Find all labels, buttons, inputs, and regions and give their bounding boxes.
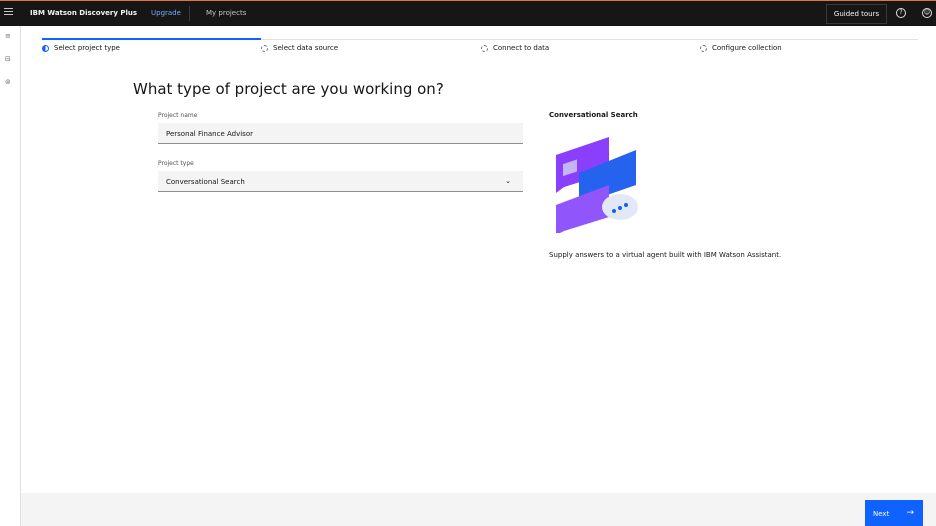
step-label: Connect to data bbox=[493, 44, 550, 52]
help-icon[interactable]: ? bbox=[896, 8, 906, 18]
footer-bar bbox=[21, 493, 936, 526]
step-select-data-source[interactable]: Select data source bbox=[261, 44, 338, 52]
arrow-right-icon: → bbox=[906, 508, 914, 518]
panel-heading: Conversational Search bbox=[549, 111, 638, 119]
progress-fill bbox=[42, 38, 261, 40]
project-name-value: Personal Finance Advisor bbox=[166, 130, 253, 138]
project-type-value: Conversational Search bbox=[166, 178, 245, 186]
step-select-project-type[interactable]: Select project type bbox=[42, 44, 120, 52]
rail-nav-icon-3[interactable]: ⊚ bbox=[5, 78, 11, 86]
project-type-label: Project type bbox=[158, 160, 194, 167]
chevron-down-icon: ⌄ bbox=[505, 177, 511, 185]
project-type-select[interactable]: Conversational Search ⌄ bbox=[158, 171, 523, 192]
brand-name[interactable]: IBM Watson Discovery Plus bbox=[30, 9, 137, 17]
step-label: Select project type bbox=[54, 44, 120, 52]
step-connect-to-data[interactable]: Connect to data bbox=[481, 44, 549, 52]
current-step-icon bbox=[42, 44, 49, 52]
progress-indicator bbox=[42, 38, 918, 40]
incomplete-step-icon bbox=[481, 44, 488, 52]
conversational-search-illustration bbox=[556, 137, 638, 233]
rail-nav-icon-2[interactable]: ⊟ bbox=[5, 55, 11, 63]
my-projects-link[interactable]: My projects bbox=[206, 9, 246, 17]
page-title: What type of project are you working on? bbox=[133, 80, 444, 98]
upgrade-link[interactable]: Upgrade bbox=[151, 9, 181, 17]
next-label: Next bbox=[873, 510, 890, 518]
hamburger-menu-icon[interactable] bbox=[4, 8, 13, 17]
next-button[interactable]: Next → bbox=[865, 500, 923, 526]
step-label: Configure collection bbox=[712, 44, 782, 52]
step-label: Select data source bbox=[273, 44, 339, 52]
panel-description: Supply answers to a virtual agent built … bbox=[549, 251, 782, 259]
guided-tours-button[interactable]: Guided tours bbox=[826, 4, 887, 24]
project-name-input[interactable]: Personal Finance Advisor bbox=[158, 123, 523, 144]
incomplete-step-icon bbox=[700, 44, 707, 52]
project-name-label: Project name bbox=[158, 112, 198, 119]
rail-nav-icon-1[interactable]: ≡ bbox=[5, 32, 11, 40]
divider bbox=[189, 6, 190, 21]
incomplete-step-icon bbox=[261, 44, 268, 52]
top-header: IBM Watson Discovery Plus Upgrade My pro… bbox=[0, 0, 936, 26]
left-rail: ≡ ⊟ ⊚ bbox=[0, 26, 21, 526]
user-icon[interactable]: ☺ bbox=[922, 8, 932, 18]
step-configure-collection[interactable]: Configure collection bbox=[700, 44, 782, 52]
